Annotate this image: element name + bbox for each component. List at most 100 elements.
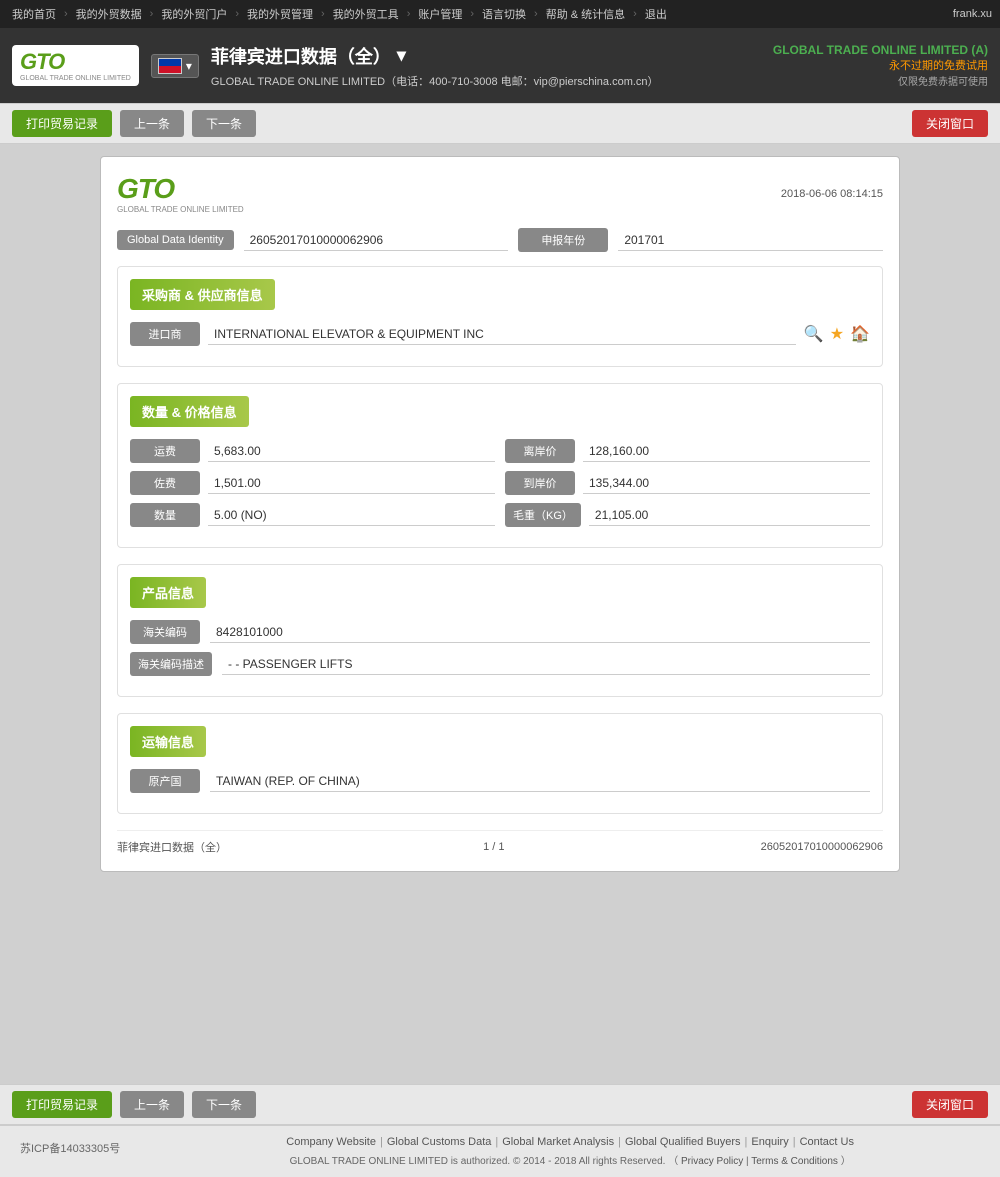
footer-copyright: GLOBAL TRADE ONLINE LIMITED is authorize… (160, 1152, 980, 1167)
customs-desc-row: 海关编码描述 - - PASSENGER LIFTS (130, 652, 870, 676)
top-right-info: GLOBAL TRADE ONLINE LIMITED (A) 永不过期的免费试… (773, 43, 988, 88)
product-section-header: 产品信息 (130, 577, 206, 608)
quantity-label: 数量 (130, 503, 200, 527)
footer-privacy-link[interactable]: Privacy Policy (681, 1156, 743, 1167)
header-title-arrow[interactable]: ▾ (397, 45, 406, 66)
nav-home[interactable]: 我的首页 (8, 6, 60, 22)
arrival-price-label: 到岸价 (505, 471, 575, 495)
toolbar-bottom: 打印贸易记录 上一条 下一条 关闭窗口 (0, 1084, 1000, 1125)
star-icon[interactable]: ★ (830, 324, 844, 344)
customs-desc-value: - - PASSENGER LIFTS (222, 654, 870, 675)
quantity-value: 5.00 (NO) (208, 505, 495, 526)
importer-value: INTERNATIONAL ELEVATOR & EQUIPMENT INC (208, 324, 796, 345)
declaration-year-value: 201701 (618, 230, 883, 251)
card-timestamp: 2018-06-06 08:14:15 (781, 188, 883, 200)
header-bar: GTO GLOBAL TRADE ONLINE LIMITED ▾ 菲律宾进口数… (0, 28, 1000, 103)
home-icon[interactable]: 🏠 (850, 324, 870, 344)
gross-weight-label: 毛重（KG） (505, 503, 581, 527)
philippines-flag (158, 58, 182, 74)
header-subtitle: GLOBAL TRADE ONLINE LIMITED（电话：400-710-3… (211, 73, 761, 89)
flag-dropdown-arrow: ▾ (186, 59, 192, 73)
card-logo-sub: GLOBAL TRADE ONLINE LIMITED (117, 205, 244, 214)
importer-row: 进口商 INTERNATIONAL ELEVATOR & EQUIPMENT I… (130, 322, 870, 346)
company-name-top: GLOBAL TRADE ONLINE LIMITED (A) (773, 43, 988, 57)
supplier-section: 采购商 & 供应商信息 进口商 INTERNATIONAL ELEVATOR &… (117, 266, 883, 367)
declaration-year-label: 申报年份 (518, 228, 608, 252)
origin-country-row: 原产国 TAIWAN (REP. OF CHINA) (130, 769, 870, 793)
transport-section-header: 运输信息 (130, 726, 206, 757)
footer-link-buyers[interactable]: Global Qualified Buyers (625, 1136, 741, 1148)
product-section: 产品信息 海关编码 8428101000 海关编码描述 - - PASSENGE… (117, 564, 883, 697)
search-icon[interactable]: 🔍 (804, 324, 824, 344)
nav-logout[interactable]: 退出 (641, 6, 671, 22)
footer-right: Company Website | Global Customs Data | … (160, 1136, 980, 1167)
top-navigation: 我的首页 › 我的外贸数据 › 我的外贸门户 › 我的外贸管理 › 我的外贸工具… (0, 0, 1000, 28)
trial-sub: 仅限免费赤据可使用 (773, 73, 988, 88)
nav-portal[interactable]: 我的外贸门户 (157, 6, 231, 22)
next-button-bottom[interactable]: 下一条 (192, 1091, 256, 1118)
quantity-row: 数量 5.00 (NO) 毛重（KG） 21,105.00 (130, 503, 870, 527)
footer-copyright-text: GLOBAL TRADE ONLINE LIMITED is authorize… (290, 1156, 666, 1167)
origin-country-label: 原产国 (130, 769, 200, 793)
nav-trade-data[interactable]: 我的外贸数据 (72, 6, 146, 22)
storage-row: 佐费 1,501.00 到岸价 135,344.00 (130, 471, 870, 495)
quantity-section: 数量 & 价格信息 运费 5,683.00 离岸价 128,160.00 佐费 … (117, 383, 883, 548)
freight-value: 5,683.00 (208, 441, 495, 462)
nav-account[interactable]: 账户管理 (414, 6, 466, 22)
footer-link-company[interactable]: Company Website (286, 1136, 376, 1148)
quantity-pair: 数量 5.00 (NO) (130, 503, 495, 527)
freight-row: 运费 5,683.00 离岸价 128,160.00 (130, 439, 870, 463)
gross-weight-value: 21,105.00 (589, 505, 870, 526)
flag-selector[interactable]: ▾ (151, 54, 199, 78)
arrival-pair: 到岸价 135,344.00 (505, 471, 870, 495)
storage-value: 1,501.00 (208, 473, 495, 494)
footer-link-customs[interactable]: Global Customs Data (387, 1136, 492, 1148)
freight-pair: 运费 5,683.00 (130, 439, 495, 463)
prev-button-top[interactable]: 上一条 (120, 110, 184, 137)
header-title: 菲律宾进口数据（全） ▾ (211, 43, 761, 69)
prev-button-bottom[interactable]: 上一条 (120, 1091, 184, 1118)
footer-bottom-row: 苏ICP备14033305号 Company Website | Global … (20, 1136, 980, 1167)
trial-text: 永不过期的免费试用 (773, 57, 988, 73)
storage-label: 佐费 (130, 471, 200, 495)
logo-gto-text: GTO (20, 49, 131, 75)
footer-terms-link[interactable]: Terms & Conditions (751, 1156, 838, 1167)
header-title-area: 菲律宾进口数据（全） ▾ GLOBAL TRADE ONLINE LIMITED… (211, 43, 761, 89)
nav-help[interactable]: 帮助 & 统计信息 (542, 6, 629, 22)
nav-tools[interactable]: 我的外贸工具 (329, 6, 403, 22)
footer-link-market[interactable]: Global Market Analysis (502, 1136, 614, 1148)
supplier-icons: 🔍 ★ 🏠 (804, 324, 870, 344)
importer-label: 进口商 (130, 322, 200, 346)
main-content: GTO GLOBAL TRADE ONLINE LIMITED 2018-06-… (0, 144, 1000, 1084)
card-header: GTO GLOBAL TRADE ONLINE LIMITED 2018-06-… (117, 173, 883, 214)
card-logo-gto: GTO (117, 173, 174, 205)
header-title-text: 菲律宾进口数据（全） (211, 43, 391, 69)
nav-management[interactable]: 我的外贸管理 (243, 6, 317, 22)
customs-code-row: 海关编码 8428101000 (130, 620, 870, 644)
departure-price-value: 128,160.00 (583, 441, 870, 462)
footer-links: Company Website | Global Customs Data | … (160, 1136, 980, 1148)
quantity-section-header: 数量 & 价格信息 (130, 396, 249, 427)
footer-link-contact[interactable]: Contact Us (800, 1136, 854, 1148)
print-button-bottom[interactable]: 打印贸易记录 (12, 1091, 112, 1118)
arrival-price-value: 135,344.00 (583, 473, 870, 494)
footer-link-enquiry[interactable]: Enquiry (751, 1136, 788, 1148)
close-button-bottom[interactable]: 关闭窗口 (912, 1091, 988, 1118)
card-logo: GTO GLOBAL TRADE ONLINE LIMITED (117, 173, 244, 214)
footer-source: 菲律宾进口数据（全） (117, 839, 227, 855)
customs-code-label: 海关编码 (130, 620, 200, 644)
username-display: frank.xu (953, 8, 992, 20)
departure-pair: 离岸价 128,160.00 (505, 439, 870, 463)
customs-desc-label: 海关编码描述 (130, 652, 212, 676)
record-footer: 菲律宾进口数据（全） 1 / 1 26052017010000062906 (117, 830, 883, 855)
logo: GTO GLOBAL TRADE ONLINE LIMITED (12, 45, 139, 86)
nav-language[interactable]: 语言切换 (478, 6, 530, 22)
nav-items: 我的首页 › 我的外贸数据 › 我的外贸门户 › 我的外贸管理 › 我的外贸工具… (8, 6, 953, 22)
next-button-top[interactable]: 下一条 (192, 110, 256, 137)
customs-code-value: 8428101000 (210, 622, 870, 643)
footer-page: 1 / 1 (483, 841, 504, 853)
origin-country-value: TAIWAN (REP. OF CHINA) (210, 771, 870, 792)
identity-row: Global Data Identity 2605201701000006290… (117, 228, 883, 252)
close-button-top[interactable]: 关闭窗口 (912, 110, 988, 137)
print-button-top[interactable]: 打印贸易记录 (12, 110, 112, 137)
